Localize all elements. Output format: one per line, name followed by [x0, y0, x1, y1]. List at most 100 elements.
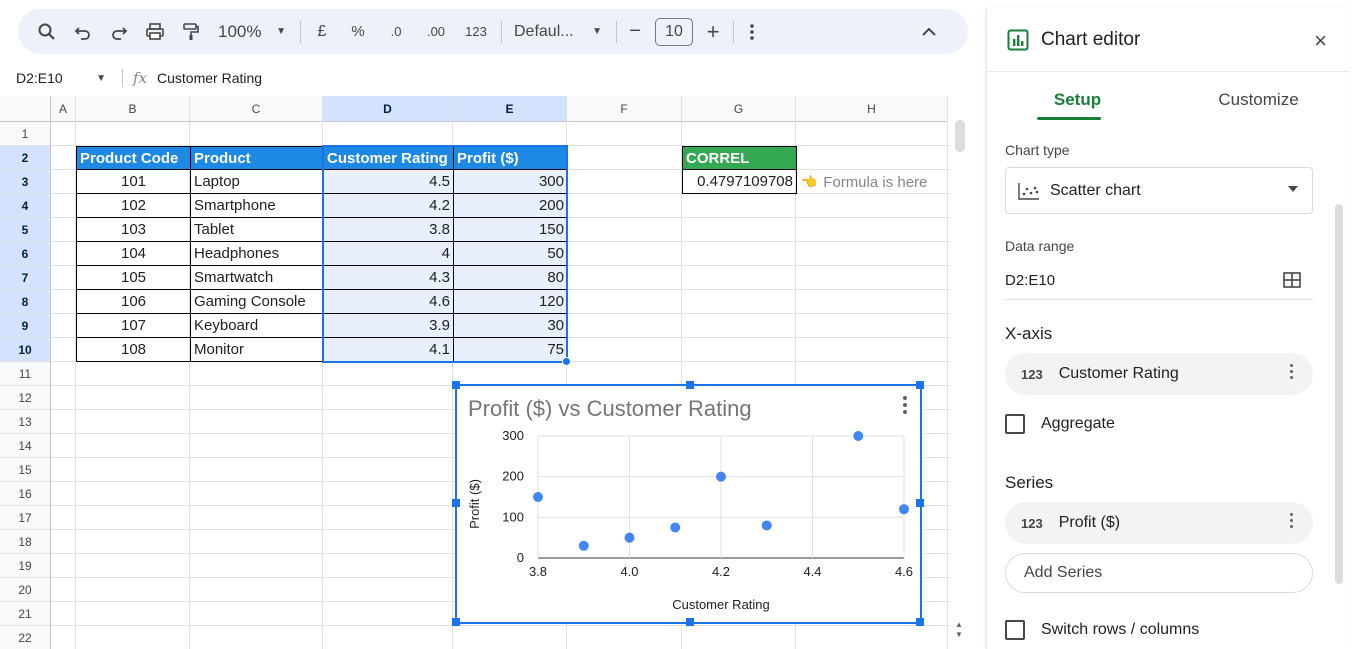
increase-font-size-button[interactable]: +	[703, 16, 723, 48]
row-header-7[interactable]: 7	[0, 266, 51, 290]
scroll-arrows[interactable]: ▲ ▼	[955, 620, 963, 640]
column-header-g[interactable]: G	[682, 96, 796, 122]
currency-button[interactable]: £	[309, 16, 335, 48]
table-cell-customer-rating[interactable]: 3.9	[323, 314, 454, 338]
table-cell-profit[interactable]: 80	[453, 266, 568, 290]
table-cell-product-code[interactable]: 101	[76, 170, 191, 194]
close-icon[interactable]: ×	[1314, 28, 1327, 54]
table-header-product[interactable]: Product	[190, 146, 324, 170]
table-cell-customer-rating[interactable]: 4.6	[323, 290, 454, 314]
row-header-10[interactable]: 10	[0, 338, 51, 362]
paint-format-icon[interactable]	[178, 16, 204, 48]
formula-input[interactable]: Customer Rating	[157, 70, 262, 86]
panel-scrollbar[interactable]	[1335, 204, 1343, 584]
scatter-chart[interactable]: Profit ($) vs Customer Rating 0 100 200 300…	[452, 381, 924, 626]
row-header-3[interactable]: 3	[0, 170, 51, 194]
more-vert-icon[interactable]	[1290, 364, 1293, 379]
row-header-12[interactable]: 12	[0, 386, 51, 410]
more-vert-icon[interactable]	[1290, 513, 1293, 528]
table-cell-customer-rating[interactable]: 4.5	[323, 170, 454, 194]
row-header-11[interactable]: 11	[0, 362, 51, 386]
table-cell-profit[interactable]: 75	[453, 338, 568, 362]
font-select[interactable]: Defaul... ▼	[510, 16, 606, 48]
table-cell-product[interactable]: Laptop	[190, 170, 324, 194]
row-header-17[interactable]: 17	[0, 506, 51, 530]
chart-resize-handle[interactable]	[452, 618, 460, 626]
chart-resize-handle[interactable]	[916, 499, 924, 507]
select-all-corner[interactable]	[0, 96, 51, 122]
row-header-20[interactable]: 20	[0, 578, 51, 602]
row-header-1[interactable]: 1	[0, 122, 51, 146]
chevron-up-icon[interactable]	[918, 16, 940, 48]
fill-handle[interactable]	[562, 357, 571, 366]
aggregate-checkbox[interactable]: Aggregate	[1005, 414, 1115, 434]
table-cell-product-code[interactable]: 108	[76, 338, 191, 362]
number-format-button[interactable]: 123	[461, 16, 491, 48]
correl-label[interactable]: CORREL	[682, 146, 797, 170]
chart-resize-handle[interactable]	[686, 381, 694, 389]
table-cell-profit[interactable]: 50	[453, 242, 568, 266]
table-header-customer-rating[interactable]: Customer Rating	[323, 146, 454, 170]
table-cell-profit[interactable]: 200	[453, 194, 568, 218]
increase-decimals-button[interactable]: .00	[421, 16, 451, 48]
chart-resize-handle[interactable]	[452, 499, 460, 507]
column-header-f[interactable]: F	[567, 96, 682, 122]
column-header-d[interactable]: D	[323, 96, 453, 122]
row-header-2[interactable]: 2	[0, 146, 51, 170]
table-cell-customer-rating[interactable]: 3.8	[323, 218, 454, 242]
search-icon[interactable]	[34, 16, 60, 48]
row-header-19[interactable]: 19	[0, 554, 51, 578]
table-cell-product[interactable]: Keyboard	[190, 314, 324, 338]
table-cell-profit[interactable]: 300	[453, 170, 568, 194]
row-header-15[interactable]: 15	[0, 458, 51, 482]
correl-value[interactable]: 0.4797109708	[682, 170, 797, 194]
table-cell-product[interactable]: Tablet	[190, 218, 324, 242]
table-cell-profit[interactable]: 120	[453, 290, 568, 314]
table-cell-customer-rating[interactable]: 4.1	[323, 338, 454, 362]
row-header-5[interactable]: 5	[0, 218, 51, 242]
vertical-scrollbar[interactable]	[955, 120, 965, 152]
decrease-font-size-button[interactable]: −	[625, 16, 645, 48]
table-cell-customer-rating[interactable]: 4.2	[323, 194, 454, 218]
row-header-16[interactable]: 16	[0, 482, 51, 506]
table-cell-customer-rating[interactable]: 4	[323, 242, 454, 266]
table-cell-product-code[interactable]: 106	[76, 290, 191, 314]
row-header-18[interactable]: 18	[0, 530, 51, 554]
column-header-c[interactable]: C	[190, 96, 323, 122]
zoom-select[interactable]: 100% ▼	[214, 16, 290, 48]
series-chip[interactable]: 123 Profit ($)	[1005, 502, 1313, 544]
chart-resize-handle[interactable]	[686, 618, 694, 626]
table-cell-product[interactable]: Headphones	[190, 242, 324, 266]
column-header-a[interactable]: A	[51, 96, 76, 122]
row-header-22[interactable]: 22	[0, 626, 51, 649]
tab-customize[interactable]: Customize	[1168, 80, 1349, 120]
name-box[interactable]: D2:E10 ▼	[0, 70, 112, 86]
grid-select-icon[interactable]	[1283, 272, 1301, 288]
column-header-b[interactable]: B	[76, 96, 190, 122]
table-cell-profit[interactable]: 30	[453, 314, 568, 338]
add-series-button[interactable]: Add Series	[1005, 553, 1313, 593]
undo-icon[interactable]	[70, 16, 96, 48]
column-header-h[interactable]: H	[796, 96, 948, 122]
decrease-decimals-button[interactable]: .0	[381, 16, 411, 48]
more-vert-icon[interactable]	[742, 16, 762, 48]
row-header-14[interactable]: 14	[0, 434, 51, 458]
column-header-e[interactable]: E	[453, 96, 567, 122]
chart-type-select[interactable]: Scatter chart	[1005, 167, 1313, 214]
row-header-6[interactable]: 6	[0, 242, 51, 266]
tab-setup[interactable]: Setup	[987, 80, 1168, 120]
row-header-4[interactable]: 4	[0, 194, 51, 218]
switch-rows-columns-checkbox[interactable]: Switch rows / columns	[1005, 620, 1199, 640]
percent-button[interactable]: %	[345, 16, 371, 48]
font-size-input[interactable]: 10	[655, 17, 693, 46]
chart-resize-handle[interactable]	[452, 381, 460, 389]
row-header-21[interactable]: 21	[0, 602, 51, 626]
table-cell-product[interactable]: Smartwatch	[190, 266, 324, 290]
data-range-input[interactable]: D2:E10	[1005, 272, 1055, 289]
table-cell-profit[interactable]: 150	[453, 218, 568, 242]
table-header-product-code[interactable]: Product Code	[76, 146, 191, 170]
table-cell-product[interactable]: Gaming Console	[190, 290, 324, 314]
table-header-profit[interactable]: Profit ($)	[453, 146, 568, 170]
print-icon[interactable]	[142, 16, 168, 48]
table-cell-product-code[interactable]: 103	[76, 218, 191, 242]
